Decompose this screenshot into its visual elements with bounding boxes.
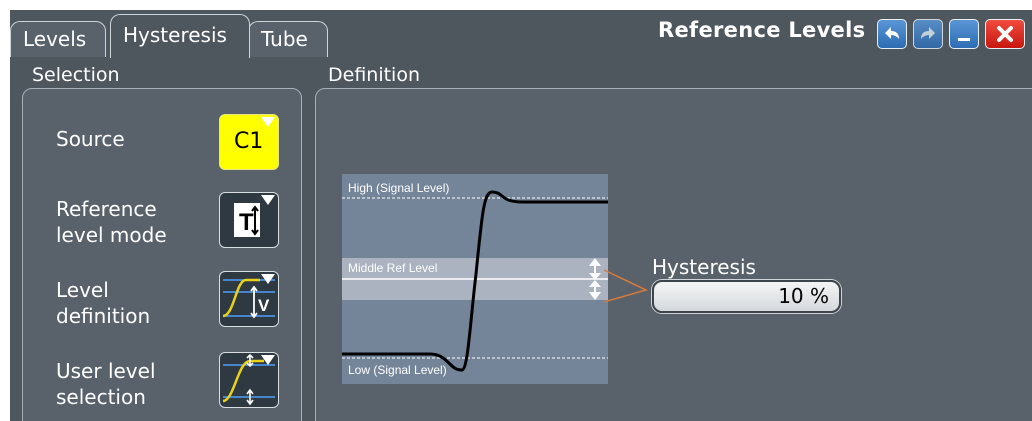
source-select[interactable]: C1 bbox=[219, 114, 279, 170]
minimize-button[interactable] bbox=[949, 19, 979, 49]
undo-button[interactable] bbox=[877, 19, 907, 49]
undo-icon bbox=[885, 27, 899, 39]
dropdown-triangle-icon bbox=[261, 195, 275, 205]
tab-levels[interactable]: Levels bbox=[10, 21, 106, 57]
low-level-label: Low (Signal Level) bbox=[348, 363, 447, 377]
user-level-selection-label: User level selection bbox=[56, 359, 156, 409]
dropdown-triangle-icon bbox=[261, 274, 275, 284]
reference-level-mode-label: Reference level mode bbox=[56, 197, 167, 247]
hysteresis-label: Hysteresis bbox=[652, 255, 756, 279]
selection-heading: Selection bbox=[32, 64, 120, 86]
close-button[interactable] bbox=[985, 19, 1025, 49]
dialog-title: Reference Levels bbox=[658, 18, 866, 42]
reference-levels-dialog: Levels Tube Hysteresis Reference Levels … bbox=[10, 10, 1032, 421]
tab-hysteresis[interactable]: Hysteresis bbox=[110, 14, 250, 58]
high-level-label: High (Signal Level) bbox=[348, 181, 449, 195]
middle-ref-level-label: Middle Ref Level bbox=[348, 261, 437, 275]
svg-text:T: T bbox=[239, 209, 254, 236]
definition-heading: Definition bbox=[328, 64, 421, 86]
source-label: Source bbox=[56, 127, 125, 151]
hysteresis-pointer bbox=[603, 269, 649, 302]
signal-levels-diagram: High (Signal Level) Middle Ref Level Low… bbox=[342, 174, 608, 384]
user-level-selection-select[interactable] bbox=[219, 352, 279, 408]
redo-icon bbox=[921, 27, 935, 39]
close-icon bbox=[997, 26, 1013, 42]
svg-text:V: V bbox=[258, 296, 270, 315]
tab-tube[interactable]: Tube bbox=[248, 21, 328, 57]
minimize-icon bbox=[958, 38, 970, 41]
redo-button[interactable] bbox=[913, 19, 943, 49]
level-definition-label: Level definition bbox=[56, 278, 151, 328]
hysteresis-input[interactable]: 10 % bbox=[652, 280, 841, 313]
reference-level-mode-select[interactable]: T bbox=[219, 192, 279, 248]
dropdown-triangle-icon bbox=[261, 117, 275, 127]
level-definition-select[interactable]: V bbox=[219, 271, 279, 327]
source-value: C1 bbox=[234, 129, 264, 154]
dropdown-triangle-icon bbox=[261, 355, 275, 365]
